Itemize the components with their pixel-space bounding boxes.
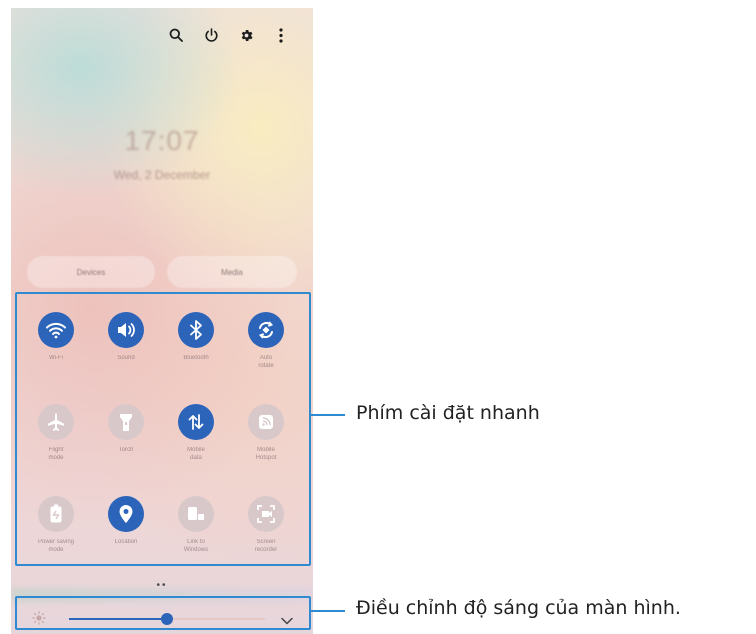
quick-settings-callout-box (15, 292, 311, 566)
more-vert-icon[interactable] (271, 25, 291, 45)
lockscreen-clock: 17:07 (124, 125, 200, 156)
brightness-callout-line (311, 610, 345, 612)
search-icon[interactable] (166, 25, 186, 45)
gear-icon[interactable] (236, 25, 256, 45)
power-icon[interactable] (201, 25, 221, 45)
quick-settings-caption: Phím cài đặt nhanh (356, 402, 540, 424)
media-button[interactable]: Media (167, 256, 297, 288)
brightness-callout-box (15, 596, 311, 630)
lockscreen-date: Wed, 2 December (113, 168, 211, 182)
devices-button[interactable]: Devices (27, 256, 155, 288)
panel-header-icons (166, 25, 291, 45)
quick-settings-callout-line (311, 414, 345, 416)
brightness-caption: Điều chỉnh độ sáng của màn hình. (356, 597, 681, 619)
